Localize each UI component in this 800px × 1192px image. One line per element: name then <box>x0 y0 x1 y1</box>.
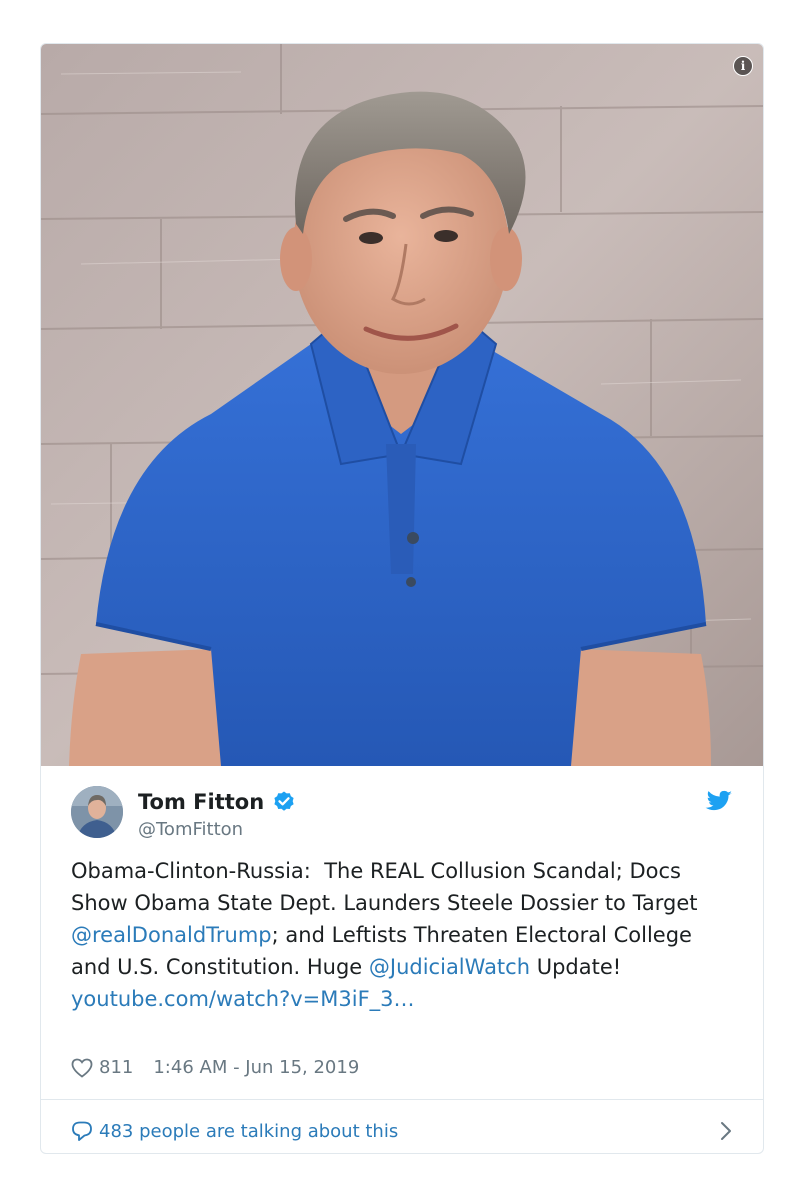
reply-bubble-icon <box>72 1121 92 1141</box>
tweet-text: Obama-Clinton-Russia: The REAL Collusion… <box>71 855 733 1015</box>
tweet-text-part: Update! <box>530 955 628 979</box>
divider <box>41 1099 763 1100</box>
verified-badge-icon <box>274 791 294 811</box>
tweet-timestamp[interactable]: 1:46 AM - Jun 15, 2019 <box>153 1057 359 1078</box>
tweet-header: Tom Fitton @TomFitton <box>71 786 733 842</box>
twitter-bird-icon[interactable] <box>705 790 733 814</box>
heart-icon[interactable] <box>71 1058 93 1078</box>
tweet-photo[interactable]: i <box>41 44 763 766</box>
embedded-tweet-card: i Tom Fitton @TomFitton Obama-Clinton-Ru… <box>40 43 764 1154</box>
author-row: Tom Fitton <box>138 790 296 814</box>
avatar-image <box>71 786 123 838</box>
tweet-text-part: Obama-Clinton-Russia: The REAL Collusion… <box>71 859 705 915</box>
chevron-right-icon[interactable] <box>719 1120 733 1142</box>
info-icon[interactable]: i <box>733 56 753 76</box>
author-handle[interactable]: @TomFitton <box>138 819 243 840</box>
like-count[interactable]: 811 <box>99 1057 133 1078</box>
conversation-link[interactable]: 483 people are talking about this <box>71 1114 733 1148</box>
avatar[interactable] <box>71 786 123 838</box>
mention-realdonaldtrump-link[interactable]: @realDonaldTrump <box>71 923 272 947</box>
mention-judicialwatch-link[interactable]: @JudicialWatch <box>369 955 530 979</box>
photo-illustration <box>41 44 763 766</box>
author-name[interactable]: Tom Fitton <box>138 790 264 814</box>
youtube-link[interactable]: youtube.com/watch?v=M3iF_3… <box>71 987 415 1011</box>
talking-count-label[interactable]: 483 people are talking about this <box>99 1121 398 1142</box>
tweet-meta: 811 1:46 AM - Jun 15, 2019 <box>71 1057 359 1078</box>
